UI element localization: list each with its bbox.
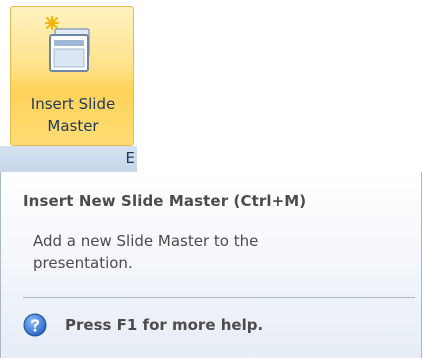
help-icon [23, 313, 47, 337]
tooltip-description-line2: presentation. [33, 254, 133, 272]
button-label-line1: Insert Slide [30, 95, 116, 113]
ribbon-group-label-bar: E [0, 146, 137, 173]
help-text: Press F1 for more help. [65, 316, 264, 334]
button-label-line2: Master [47, 117, 99, 135]
insert-slide-master-label: Insert Slide Master [11, 93, 135, 137]
insert-slide-master-button[interactable]: Insert Slide Master [10, 6, 134, 146]
tooltip: Insert New Slide Master (Ctrl+M) Add a n… [0, 172, 422, 358]
ribbon-group-label: E [125, 149, 135, 167]
tooltip-help-row: Press F1 for more help. [23, 312, 263, 338]
tooltip-divider [23, 297, 415, 298]
tooltip-title: Insert New Slide Master (Ctrl+M) [23, 192, 307, 210]
insert-slide-master-icon [45, 16, 90, 72]
tooltip-description-line1: Add a new Slide Master to the [33, 232, 259, 250]
ribbon-group: Insert Slide Master E [0, 0, 137, 173]
tooltip-description: Add a new Slide Master to the presentati… [33, 230, 303, 274]
